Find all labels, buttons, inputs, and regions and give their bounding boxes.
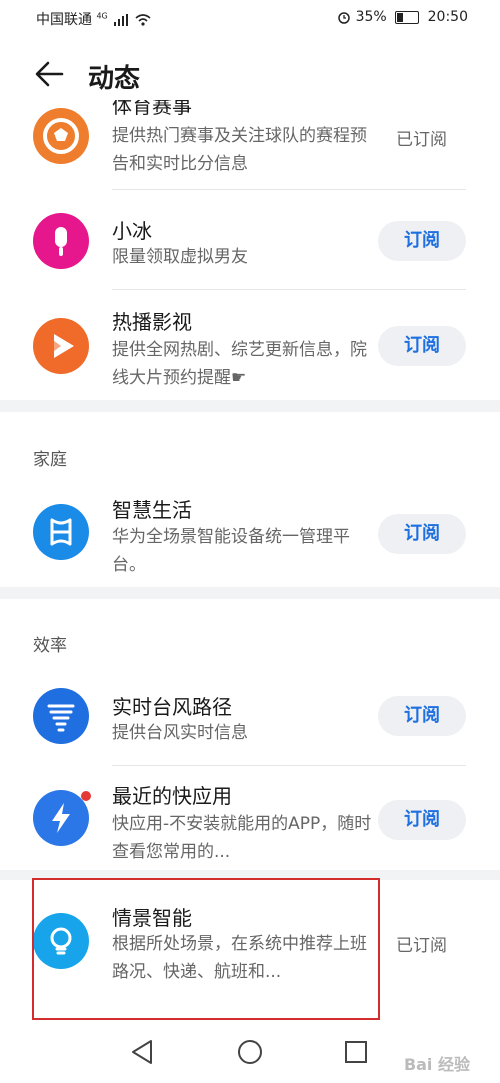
item-desc: 快应用-不安装就能用的APP，随时查看您常用的... — [112, 814, 372, 862]
play-icon — [33, 318, 89, 374]
divider — [112, 765, 466, 766]
subscribed-label[interactable]: 已订阅 — [396, 125, 447, 150]
back-arrow-icon[interactable] — [32, 56, 68, 92]
clock: 20:50 — [427, 9, 468, 25]
item-desc: 限量领取虚拟男友 — [112, 247, 248, 267]
subscribe-button[interactable]: 订阅 — [378, 221, 466, 261]
battery-percent: 35% — [355, 9, 387, 25]
subscribed-label[interactable]: 已订阅 — [396, 931, 447, 956]
divider — [112, 189, 466, 190]
watermark: Bai 经验 — [403, 1055, 470, 1074]
battery-icon — [395, 10, 420, 24]
signal-icon — [114, 14, 129, 26]
navigation-bar: Bai 经验 — [0, 1023, 500, 1083]
alarm-icon — [338, 12, 350, 24]
section-label-efficiency: 效率 — [33, 636, 67, 656]
app-bar: 动态 — [0, 50, 500, 100]
item-desc: 提供台风实时信息 — [112, 723, 248, 743]
divider — [112, 289, 466, 290]
item-desc: 提供全网热剧、综艺更新信息，院线大片预约提醒☛ — [112, 340, 367, 388]
subscribe-button[interactable]: 订阅 — [378, 514, 466, 554]
item-name: 小冰 — [112, 219, 152, 243]
subscribe-button[interactable]: 订阅 — [378, 800, 466, 840]
trophy-icon — [33, 108, 89, 164]
subscribe-button[interactable]: 订阅 — [378, 696, 466, 736]
page-title: 动态 — [88, 64, 141, 94]
highlight-box — [32, 878, 380, 1020]
section-label-home: 家庭 — [33, 450, 67, 470]
item-desc: 提供热门赛事及关注球队的赛程预告和实时比分信息 — [112, 126, 367, 174]
smart-home-icon — [33, 504, 89, 560]
item-desc: 华为全场景智能设备统一管理平台。 — [112, 527, 350, 575]
lightning-icon — [33, 790, 89, 846]
status-right: 35% 20:50 — [335, 9, 468, 25]
nav-back-icon[interactable] — [130, 1039, 154, 1065]
status-left: 中国联通 4G — [36, 9, 151, 29]
subscribe-button[interactable]: 订阅 — [378, 326, 466, 366]
carrier-label: 中国联通 — [36, 12, 92, 28]
section-gap — [0, 587, 500, 599]
popsicle-icon — [33, 213, 89, 269]
status-bar: 中国联通 4G 35% 20:50 — [0, 0, 500, 36]
nav-recents-icon[interactable] — [344, 1040, 368, 1064]
item-name: 体育赛事 — [112, 100, 192, 118]
section-gap — [0, 400, 500, 412]
notification-dot — [81, 791, 91, 801]
network-label: 4G — [96, 11, 108, 21]
nav-home-icon[interactable] — [237, 1039, 263, 1065]
item-name: 热播影视 — [112, 310, 192, 334]
item-name: 实时台风路径 — [112, 695, 232, 719]
item-name: 智慧生活 — [112, 498, 192, 522]
typhoon-icon — [33, 688, 89, 744]
wifi-icon — [135, 14, 151, 26]
item-name: 最近的快应用 — [112, 784, 232, 808]
